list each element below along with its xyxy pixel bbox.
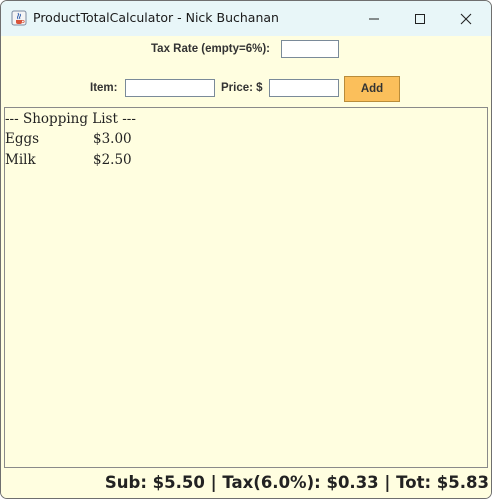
item-label: Item: — [90, 82, 118, 94]
close-icon — [460, 13, 472, 24]
totals-text: Sub: $5.50 | Tax(6.0%): $0.33 | Tot: $5.… — [104, 473, 489, 492]
minimize-button[interactable] — [351, 1, 397, 36]
shopping-list-header: --- Shopping List --- — [5, 111, 136, 127]
list-item-price: $2.50 — [93, 152, 132, 168]
shopping-list-area[interactable]: --- Shopping List --- Eggs $3.00 Milk $2… — [4, 107, 488, 468]
list-item: Eggs $3.00 — [5, 131, 205, 151]
list-item: Milk $2.50 — [5, 152, 205, 172]
app-window: ProductTotalCalculator - Nick Buchanan T… — [0, 0, 492, 499]
tax-rate-label: Tax Rate (empty=6%): — [151, 43, 270, 55]
close-button[interactable] — [443, 1, 489, 36]
java-cup-icon — [11, 10, 27, 26]
list-item-price: $3.00 — [93, 131, 132, 147]
item-input[interactable] — [125, 79, 215, 97]
window-title: ProductTotalCalculator - Nick Buchanan — [33, 10, 279, 25]
price-input[interactable] — [269, 79, 339, 97]
totals-bar: Sub: $5.50 | Tax(6.0%): $0.33 | Tot: $5.… — [1, 471, 491, 498]
price-label: Price: $ — [221, 82, 263, 94]
list-item-name: Milk — [5, 152, 36, 168]
maximize-icon — [415, 13, 425, 24]
title-bar[interactable]: ProductTotalCalculator - Nick Buchanan — [1, 1, 491, 36]
minimize-icon — [369, 18, 379, 19]
content-pane: Tax Rate (empty=6%): Item: Price: $ Add … — [1, 36, 491, 498]
add-button[interactable]: Add — [344, 76, 400, 102]
tax-rate-input[interactable] — [281, 40, 339, 58]
maximize-button[interactable] — [397, 1, 443, 36]
list-item-name: Eggs — [5, 131, 40, 147]
